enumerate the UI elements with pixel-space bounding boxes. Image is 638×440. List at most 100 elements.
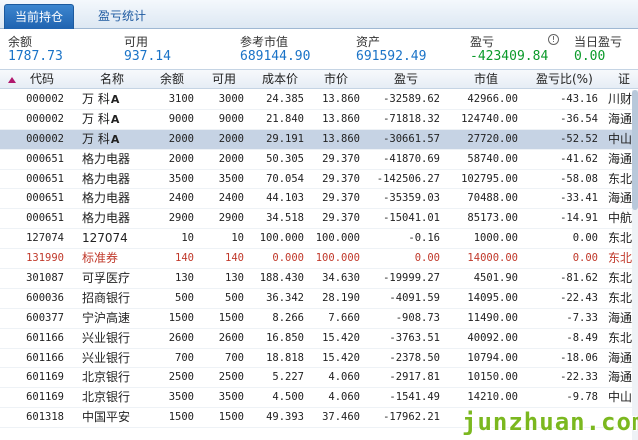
table-row[interactable]: 127074 127074 10 10 100.000 100.000 -0.16 1000.… [0, 229, 638, 250]
table-row[interactable]: 600377 宁沪高速 1500 1500 8.266 7.660 -908.73 11490… [0, 309, 638, 329]
column-header-pnl-pct[interactable]: 盈亏比(%) [536, 70, 593, 89]
cell-code: 601169 [26, 391, 64, 404]
cell-available: 2500 [218, 371, 244, 384]
table-row[interactable]: 131990 标准券 140 140 0.000 100.000 0.00 14000.00 0… [0, 249, 638, 270]
summary-value: 689144.90 [240, 49, 311, 64]
tab-pnl-stats[interactable]: 盈亏统计 [80, 4, 164, 29]
cell-price: 4.060 [328, 391, 360, 404]
cell-cost: 44.103 [266, 192, 304, 205]
cell-available: 2600 [218, 331, 244, 344]
cell-pnl: -908.73 [395, 311, 440, 324]
stock-name: 北京银行 [82, 390, 131, 405]
column-header-value[interactable]: 市值 [474, 70, 498, 89]
cell-price: 29.370 [322, 192, 360, 205]
share-class-badge: A [110, 93, 120, 106]
summary-balance: 余额 1787.73 [8, 30, 118, 68]
summary-value: 1787.73 [8, 49, 63, 64]
cell-balance: 2900 [168, 212, 194, 225]
cell-cost: 188.430 [259, 272, 304, 285]
cell-cost: 16.850 [266, 331, 304, 344]
cell-pnl-pct: -22.33 [560, 371, 598, 384]
cell-pnl: -71818.32 [383, 112, 440, 125]
table-row[interactable]: 301087 可孚医疗 130 130 188.430 34.630 -19999.27 45… [0, 269, 638, 289]
cell-name: 宁沪高速 [82, 309, 152, 328]
stock-name: 宁沪高速 [82, 310, 131, 325]
summary-label: 当日盈亏 [574, 35, 623, 49]
cell-price: 29.370 [322, 152, 360, 165]
cell-available: 500 [225, 291, 244, 304]
share-class-badge: A [110, 132, 120, 146]
table-row[interactable]: 000651 格力电器 3500 3500 70.054 29.370 -142506.27… [0, 170, 638, 190]
cell-code: 601166 [26, 331, 64, 344]
cell-code: 600377 [26, 311, 64, 324]
sort-indicator-icon[interactable] [8, 77, 16, 83]
cell-code: 000002 [26, 93, 64, 105]
stock-name: 万 科 [82, 131, 110, 146]
table-row[interactable]: 000002 万 科A 3100 3000 24.385 13.860 -32589.62 4… [0, 90, 638, 110]
cell-market-value: 1000.00 [473, 232, 518, 245]
column-header-market[interactable]: 证 [618, 70, 630, 89]
column-header-name[interactable]: 名称 [100, 70, 124, 89]
cell-code: 127074 [26, 232, 64, 245]
table-row[interactable]: 601169 北京银行 3500 3500 4.500 4.060 -1541.49 1421… [0, 388, 638, 409]
cell-cost: 0.000 [272, 252, 304, 265]
vertical-scrollbar[interactable] [632, 90, 638, 440]
info-icon[interactable]: ! [548, 34, 559, 45]
cell-price: 15.420 [322, 331, 360, 344]
table-row[interactable]: 000651 格力电器 2000 2000 50.305 29.370 -41870.69 5… [0, 150, 638, 170]
cell-available: 2400 [218, 192, 244, 205]
scrollbar-thumb[interactable] [632, 90, 638, 210]
table-row[interactable]: 601166 兴业银行 2600 2600 16.850 15.420 -3763.51 40… [0, 329, 638, 349]
cell-available: 2900 [218, 212, 244, 225]
cell-name: 可孚医疗 [82, 269, 152, 288]
cell-balance: 1500 [168, 311, 194, 324]
cell-available: 3500 [218, 172, 244, 185]
cell-market-value: 10794.00 [467, 351, 518, 364]
cell-code: 601169 [26, 371, 64, 384]
cell-price: 34.630 [322, 272, 360, 285]
summary-label: 余额 [8, 35, 33, 49]
cell-available: 1500 [218, 411, 244, 424]
column-header-available[interactable]: 可用 [212, 70, 236, 89]
table-row[interactable]: 600036 招商银行 500 500 36.342 28.190 -4091.59 1409… [0, 289, 638, 309]
stock-name: 127074 [82, 231, 128, 246]
column-header-cost[interactable]: 成本价 [262, 70, 298, 89]
table-row[interactable]: 000002 万 科A 9000 9000 21.840 13.860 -71818.32 1… [0, 110, 638, 130]
cell-pnl: -3763.51 [389, 331, 440, 344]
share-class-badge: A [110, 112, 120, 126]
cell-pnl: -2378.50 [389, 351, 440, 364]
cell-price: 100.000 [315, 232, 360, 245]
cell-available: 3500 [218, 391, 244, 404]
cell-available: 10 [231, 232, 244, 245]
stock-name: 兴业银行 [82, 350, 131, 365]
table-row[interactable]: 601166 兴业银行 700 700 18.818 15.420 -2378.50 1079… [0, 349, 638, 369]
cell-name: 格力电器 [82, 209, 152, 228]
cell-name: 招商银行 [82, 289, 152, 308]
watermark-text: junzhuan.com [462, 408, 638, 436]
column-header-price[interactable]: 市价 [324, 70, 348, 89]
cell-market-value: 14210.00 [467, 391, 518, 404]
cell-pnl-pct: -81.62 [560, 272, 598, 285]
table-row[interactable]: 000002 万 科A 2000 2000 29.191 13.860 -30661.57 2… [0, 129, 638, 150]
cell-price: 13.860 [322, 112, 360, 125]
cell-market-value: 40092.00 [467, 331, 518, 344]
cell-pnl-pct: -36.54 [560, 112, 598, 125]
tab-current-positions[interactable]: 当前持仓 [4, 4, 74, 29]
cell-pnl: -32589.62 [383, 93, 440, 105]
table-row[interactable]: 601169 北京银行 2500 2500 5.227 4.060 -2917.81 1015… [0, 368, 638, 389]
column-header-pnl[interactable]: 盈亏 [394, 70, 418, 89]
cell-pnl: 0.00 [414, 252, 440, 265]
cell-name: 兴业银行 [82, 349, 152, 368]
table-row[interactable]: 000651 格力电器 2900 2900 34.518 29.370 -15041.01 8… [0, 209, 638, 230]
column-header-balance[interactable]: 余额 [160, 70, 184, 89]
column-header-code[interactable]: 代码 [30, 70, 54, 89]
cell-name: 格力电器 [82, 170, 152, 189]
cell-price: 28.190 [322, 291, 360, 304]
cell-pnl-pct: -22.43 [560, 291, 598, 304]
cell-price: 7.660 [328, 311, 360, 324]
cell-pnl: -41870.69 [383, 152, 440, 165]
cell-market-value: 85173.00 [467, 212, 518, 225]
cell-market-value: 42966.00 [467, 93, 518, 105]
positions-table-body: 000002 万 科A 3100 3000 24.385 13.860 -32589.62 4… [0, 90, 638, 440]
table-row[interactable]: 000651 格力电器 2400 2400 44.103 29.370 -35359.03 7… [0, 189, 638, 210]
